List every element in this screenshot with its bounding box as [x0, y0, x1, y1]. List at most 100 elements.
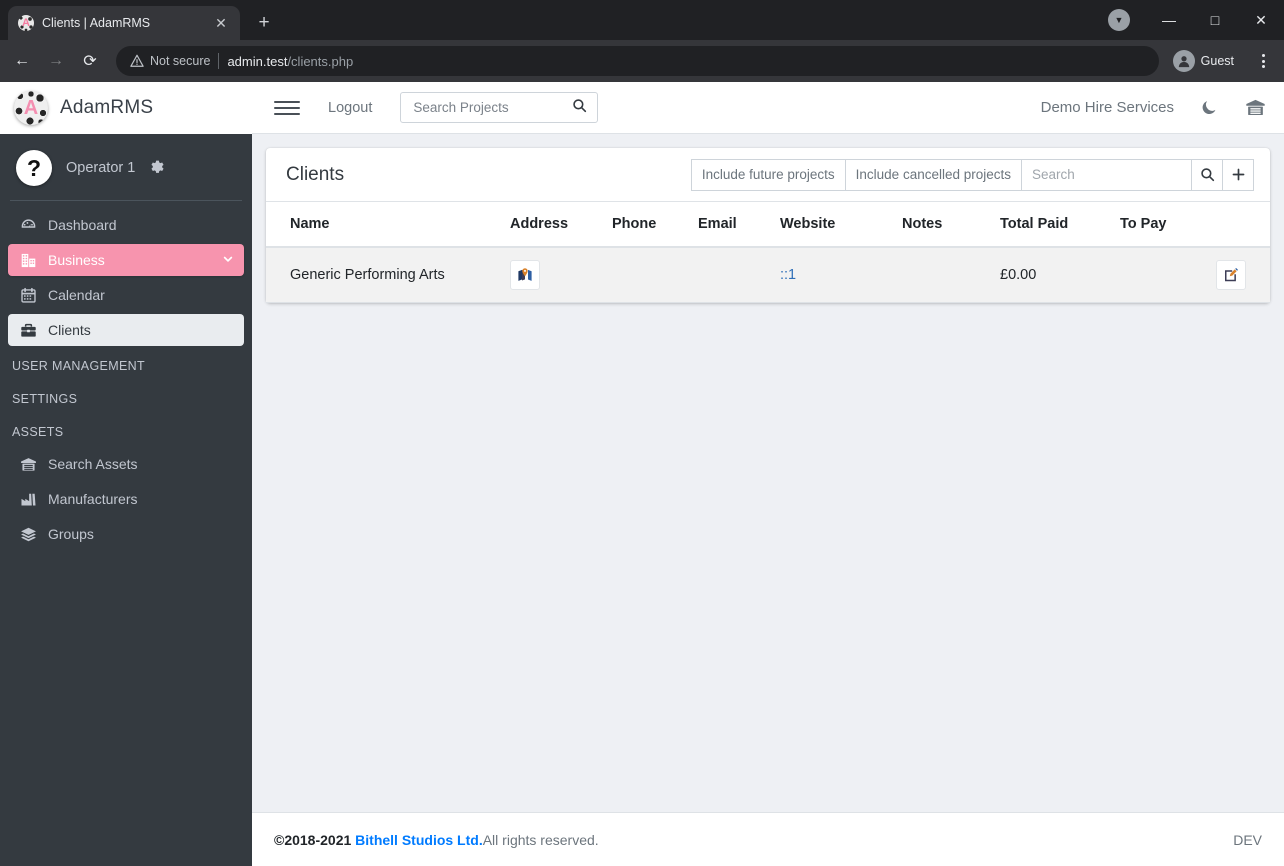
- footer-rights: All rights reserved.: [482, 831, 599, 848]
- sidebar-item-calendar[interactable]: Calendar: [8, 279, 244, 311]
- forward-icon[interactable]: →: [40, 45, 72, 77]
- moon-icon[interactable]: [1200, 98, 1219, 117]
- column-header-name[interactable]: Name: [266, 202, 502, 248]
- user-avatar: ?: [16, 150, 52, 186]
- adamrms-logo-icon: A: [14, 91, 48, 125]
- clients-search-group: [1022, 158, 1254, 191]
- close-icon[interactable]: ✕: [212, 14, 230, 32]
- browser-tab[interactable]: A Clients | AdamRMS ✕: [8, 6, 240, 40]
- sidebar-item-groups[interactable]: Groups: [8, 518, 244, 550]
- logout-link[interactable]: Logout: [328, 100, 372, 116]
- sidebar-item-clients[interactable]: Clients: [8, 314, 244, 346]
- column-header-address[interactable]: Address: [502, 202, 604, 248]
- sidebar-item-dashboard[interactable]: Dashboard: [8, 209, 244, 241]
- cell-website: ::1: [772, 247, 894, 303]
- sidebar-item-business[interactable]: Business: [8, 244, 244, 276]
- sidebar-section-header-settings: SETTINGS: [12, 392, 78, 406]
- include-future-projects-button[interactable]: Include future projects: [690, 158, 846, 191]
- main-content: Clients Include future projects Include …: [252, 134, 1284, 812]
- warehouse-icon[interactable]: [1245, 97, 1266, 118]
- building-icon: [18, 252, 38, 269]
- new-tab-button[interactable]: +: [250, 9, 278, 37]
- minimize-button[interactable]: —: [1146, 0, 1192, 40]
- page-viewport: A AdamRMS ? Operator 1 Dashboard Busines…: [0, 82, 1284, 866]
- address-bar[interactable]: Not secure admin.test/clients.php: [116, 46, 1159, 76]
- cell-name: Generic Performing Arts: [266, 247, 502, 303]
- security-text: Not secure: [150, 54, 211, 68]
- table-body: Generic Performing Arts::1 £0.00: [266, 247, 1270, 303]
- sidebar-item-manufacturers[interactable]: Manufacturers: [8, 483, 244, 515]
- briefcase-icon: [18, 322, 38, 339]
- maximize-button[interactable]: □: [1192, 0, 1238, 40]
- clients-search-input[interactable]: [1022, 158, 1192, 191]
- url-path: /clients.php: [287, 53, 354, 69]
- plus-icon[interactable]: [1223, 158, 1254, 191]
- chevron-down-icon: [222, 253, 234, 268]
- column-header-total-paid[interactable]: Total Paid: [992, 202, 1112, 248]
- edit-icon[interactable]: [1216, 260, 1246, 290]
- profile-button[interactable]: Guest: [1169, 47, 1246, 75]
- website-link[interactable]: ::1: [780, 267, 796, 283]
- sidebar-item-label: Dashboard: [48, 217, 117, 233]
- include-cancelled-projects-button[interactable]: Include cancelled projects: [845, 158, 1022, 191]
- map-pin-icon[interactable]: [510, 260, 540, 290]
- url-host: admin.test: [227, 53, 288, 69]
- user-name: Operator 1: [66, 160, 136, 176]
- project-search[interactable]: [400, 92, 599, 123]
- search-icon[interactable]: [1192, 158, 1223, 191]
- sidebar-item-label: Search Assets: [48, 456, 138, 472]
- sidebar-item-label: Manufacturers: [48, 491, 138, 507]
- card-header: Clients Include future projects Include …: [266, 148, 1270, 202]
- table-row[interactable]: Generic Performing Arts::1 £0.00: [266, 247, 1270, 303]
- search-projects-input[interactable]: [411, 99, 573, 116]
- sidebar: A AdamRMS ? Operator 1 Dashboard Busines…: [0, 82, 252, 866]
- sidebar-item-label: Groups: [48, 526, 94, 542]
- column-header-notes[interactable]: Notes: [894, 202, 992, 248]
- logo-letter: A: [23, 97, 39, 119]
- sidebar-section-header-user-management: USER MANAGEMENT: [12, 359, 146, 373]
- footer-company-link[interactable]: Bithell Studios Ltd.: [355, 832, 483, 848]
- gear-icon[interactable]: [149, 160, 166, 177]
- table-head: Name Address Phone Email Website Notes T…: [266, 202, 1270, 248]
- sidebar-user[interactable]: ? Operator 1: [0, 134, 252, 200]
- back-icon[interactable]: ←: [6, 45, 38, 77]
- search-icon[interactable]: [572, 98, 587, 118]
- table-header-row: Name Address Phone Email Website Notes T…: [266, 202, 1270, 248]
- cell-address: [502, 247, 604, 303]
- browser-tabstrip: A Clients | AdamRMS ✕ + ▼ — □ ✕: [0, 0, 1284, 40]
- window-controls: ▼ — □ ✕: [1108, 0, 1284, 40]
- sidebar-item-label: Calendar: [48, 287, 105, 303]
- tab-favicon-icon: A: [18, 15, 34, 31]
- browser-window: A Clients | AdamRMS ✕ + ▼ — □ ✕ ← → ⟳ No…: [0, 0, 1284, 866]
- browser-menu-icon[interactable]: [1248, 46, 1278, 76]
- chevron-down-icon[interactable]: ▼: [1108, 9, 1130, 31]
- calendar-icon: [18, 287, 38, 304]
- environment-badge: DEV: [1233, 831, 1262, 848]
- reload-icon[interactable]: ⟳: [74, 45, 106, 77]
- column-header-website[interactable]: Website: [772, 202, 894, 248]
- content-area: Logout Demo Hire Services: [252, 82, 1284, 866]
- brand-link[interactable]: A AdamRMS: [0, 82, 252, 134]
- sidebar-section-header-assets: ASSETS: [12, 425, 64, 439]
- clients-table: Name Address Phone Email Website Notes T…: [266, 202, 1270, 303]
- dashboard-icon: [18, 217, 38, 234]
- avatar-icon: [1172, 50, 1195, 72]
- organisation-label[interactable]: Demo Hire Services: [1041, 99, 1174, 116]
- hamburger-icon[interactable]: [274, 100, 300, 115]
- column-header-to-pay[interactable]: To Pay: [1112, 202, 1270, 248]
- navbar-right: Demo Hire Services: [1041, 97, 1266, 118]
- site-security-indicator[interactable]: Not secure: [130, 54, 210, 68]
- cell-email: [690, 247, 772, 303]
- column-header-email[interactable]: Email: [690, 202, 772, 248]
- footer-copyright: ©2018-2021: [274, 831, 352, 848]
- page-footer: ©2018-2021 Bithell Studios Ltd. All righ…: [252, 812, 1284, 866]
- warehouse-icon: [18, 456, 38, 473]
- sidebar-assets-nav: Search Assets Manufacturers Groups: [0, 448, 252, 553]
- layers-icon: [18, 526, 38, 543]
- close-window-button[interactable]: ✕: [1238, 0, 1284, 40]
- column-header-phone[interactable]: Phone: [604, 202, 690, 248]
- sidebar-item-label: Business: [48, 252, 105, 268]
- sidebar-item-search-assets[interactable]: Search Assets: [8, 448, 244, 480]
- warning-triangle-icon: [130, 54, 144, 67]
- factory-icon: [18, 491, 38, 508]
